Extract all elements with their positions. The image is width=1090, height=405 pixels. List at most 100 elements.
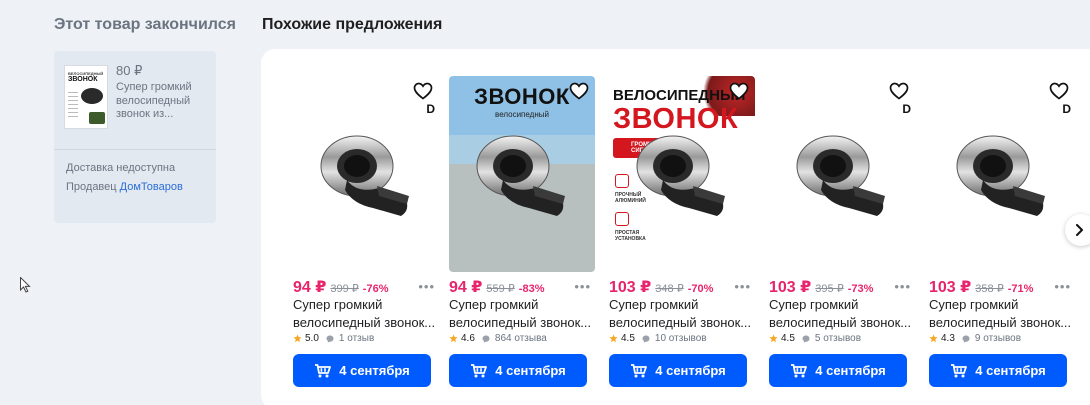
carousel-next-button[interactable] [1065,214,1090,246]
more-dots-icon[interactable]: ••• [574,279,591,294]
product-name-line-1: Супер громкий [449,297,539,312]
price-row: 103 ₽ 395 ₽ -73% [769,277,915,297]
delivery-date-label: 4 сентября [975,363,1046,378]
product-name-line-1: Супер громкий [293,297,383,312]
add-to-cart-button[interactable]: 4 сентября [769,354,907,387]
delivery-date-label: 4 сентября [495,363,566,378]
chevron-right-icon [1076,224,1083,236]
product-name[interactable]: Супер громкий велосипедный звонок... [609,296,755,332]
cart-icon [315,364,332,378]
more-dots-icon[interactable]: ••• [894,279,911,294]
image-title: ВЕЛОСИПЕДНЫЙ [613,87,746,104]
review-count: 10 отзывов [654,333,707,344]
product-card[interactable]: ЗВОНОК велосипедный 94 ₽ 559 ₽ -83% ••• … [449,76,595,396]
product-image[interactable]: ЗВОНОК велосипедный [449,76,595,272]
divider [54,149,216,150]
discount: -71% [1007,283,1034,295]
star-icon [449,334,458,343]
rating-row[interactable]: 4.5 5 отзывов [769,333,861,344]
product-name-line-1: Супер громкий [929,297,1019,312]
out-of-stock-name[interactable]: Супер громкий велосипедный звонок из... [116,81,208,122]
delivery-badge: D [426,102,435,116]
product-name-line-2: велосипедный звонок... [293,315,436,330]
product-name-line-2: велосипедный звонок... [449,315,592,330]
rating-row[interactable]: 4.6 864 отзыва [449,333,547,344]
chat-bubble-icon [326,335,334,343]
star-icon [769,334,778,343]
seller-link[interactable]: ДомТоваров [120,181,183,193]
more-dots-icon[interactable]: ••• [1054,279,1071,294]
review-count: 9 отзывов [974,333,1022,344]
price: 103 ₽ [609,279,652,296]
add-to-cart-button[interactable]: 4 сентября [449,354,587,387]
mouse-cursor-icon [20,277,31,293]
chat-bubble-icon [642,335,650,343]
bell-product-image [476,135,565,216]
product-name[interactable]: Супер громкий велосипедный звонок... [293,296,439,332]
delivery-date-label: 4 сентября [655,363,726,378]
product-card[interactable]: D 94 ₽ 399 ₽ -76% ••• Супер громкий вело… [293,76,439,396]
star-icon [609,334,618,343]
heart-icon[interactable] [413,82,433,100]
product-image[interactable]: D [293,76,439,272]
bell-product-image [956,135,1045,216]
chat-bubble-icon [802,335,810,343]
delivery-date-label: 4 сентября [339,363,410,378]
add-to-cart-button[interactable]: 4 сентября [929,354,1067,387]
discount: -70% [687,283,714,295]
product-name[interactable]: Супер громкий велосипедный звонок... [929,296,1075,332]
product-card[interactable]: D 103 ₽ 358 ₽ -71% ••• Супер громкий вел… [929,76,1075,396]
price-row: 103 ₽ 348 ₽ -70% [609,277,755,297]
price: 94 ₽ [293,279,327,296]
star-icon [929,334,938,343]
product-name-line-2: велосипедный звонок... [609,315,752,330]
price-row: 103 ₽ 358 ₽ -71% [929,277,1075,297]
old-price: 559 ₽ [486,283,515,295]
discount: -76% [362,283,389,295]
thumbnail-title: ЗВОНОК [68,76,98,83]
price-row: 94 ₽ 399 ₽ -76% [293,277,439,297]
old-price: 395 ₽ [815,283,844,295]
add-to-cart-button[interactable]: 4 сентября [293,354,431,387]
price: 103 ₽ [929,279,972,296]
more-dots-icon[interactable]: ••• [734,279,751,294]
star-icon [293,334,302,343]
review-count: 864 отзыва [494,333,547,344]
price: 103 ₽ [769,279,812,296]
image-feature-2: ПРОСТАЯ УСТАНОВКА [615,230,646,242]
bell-product-image [636,135,725,216]
heart-icon[interactable] [729,82,749,100]
rating-value: 5.0 [305,333,319,344]
add-to-cart-button[interactable]: 4 сентября [609,354,747,387]
chat-bubble-icon [962,335,970,343]
product-card[interactable]: D 103 ₽ 395 ₽ -73% ••• Супер громкий вел… [769,76,915,396]
similar-offers-title: Похожие предложения [262,16,443,33]
product-name-line-2: велосипедный звонок... [929,315,1072,330]
rating-value: 4.6 [461,333,475,344]
out-of-stock-card[interactable]: ВЕЛОСИПЕДНЫЙ ЗВОНОК 80 ₽ Супер громкий в… [54,51,216,223]
cart-icon [631,364,648,378]
rating-row[interactable]: 4.5 10 отзывов [609,333,707,344]
product-image[interactable]: D [769,76,915,272]
product-image[interactable]: ВЕЛОСИПЕДНЫЙ ЗВОНОК ГРОМКИЙ СИГНАЛ ПРОЧН… [609,76,755,272]
heart-icon[interactable] [569,82,589,100]
rating-value: 4.3 [941,333,955,344]
heart-icon[interactable] [889,82,909,100]
delivery-date-label: 4 сентября [815,363,886,378]
old-price: 348 ₽ [655,283,684,295]
delivery-badge: D [902,102,911,116]
product-name-line-1: Супер громкий [609,297,699,312]
rating-row[interactable]: 5.0 1 отзыв [293,333,374,344]
product-image[interactable]: D [929,76,1075,272]
more-dots-icon[interactable]: ••• [418,279,435,294]
product-card[interactable]: ВЕЛОСИПЕДНЫЙ ЗВОНОК ГРОМКИЙ СИГНАЛ ПРОЧН… [609,76,755,396]
product-thumbnail[interactable]: ВЕЛОСИПЕДНЫЙ ЗВОНОК [64,65,108,129]
product-name-line-1: Супер громкий [769,297,859,312]
product-name[interactable]: Супер громкий велосипедный звонок... [769,296,915,332]
product-name[interactable]: Супер громкий велосипедный звонок... [449,296,595,332]
price-row: 94 ₽ 559 ₽ -83% [449,277,595,297]
heart-icon[interactable] [1049,82,1069,100]
image-subtitle: велосипедный [495,110,549,119]
rating-row[interactable]: 4.3 9 отзывов [929,333,1021,344]
old-price: 399 ₽ [330,283,359,295]
